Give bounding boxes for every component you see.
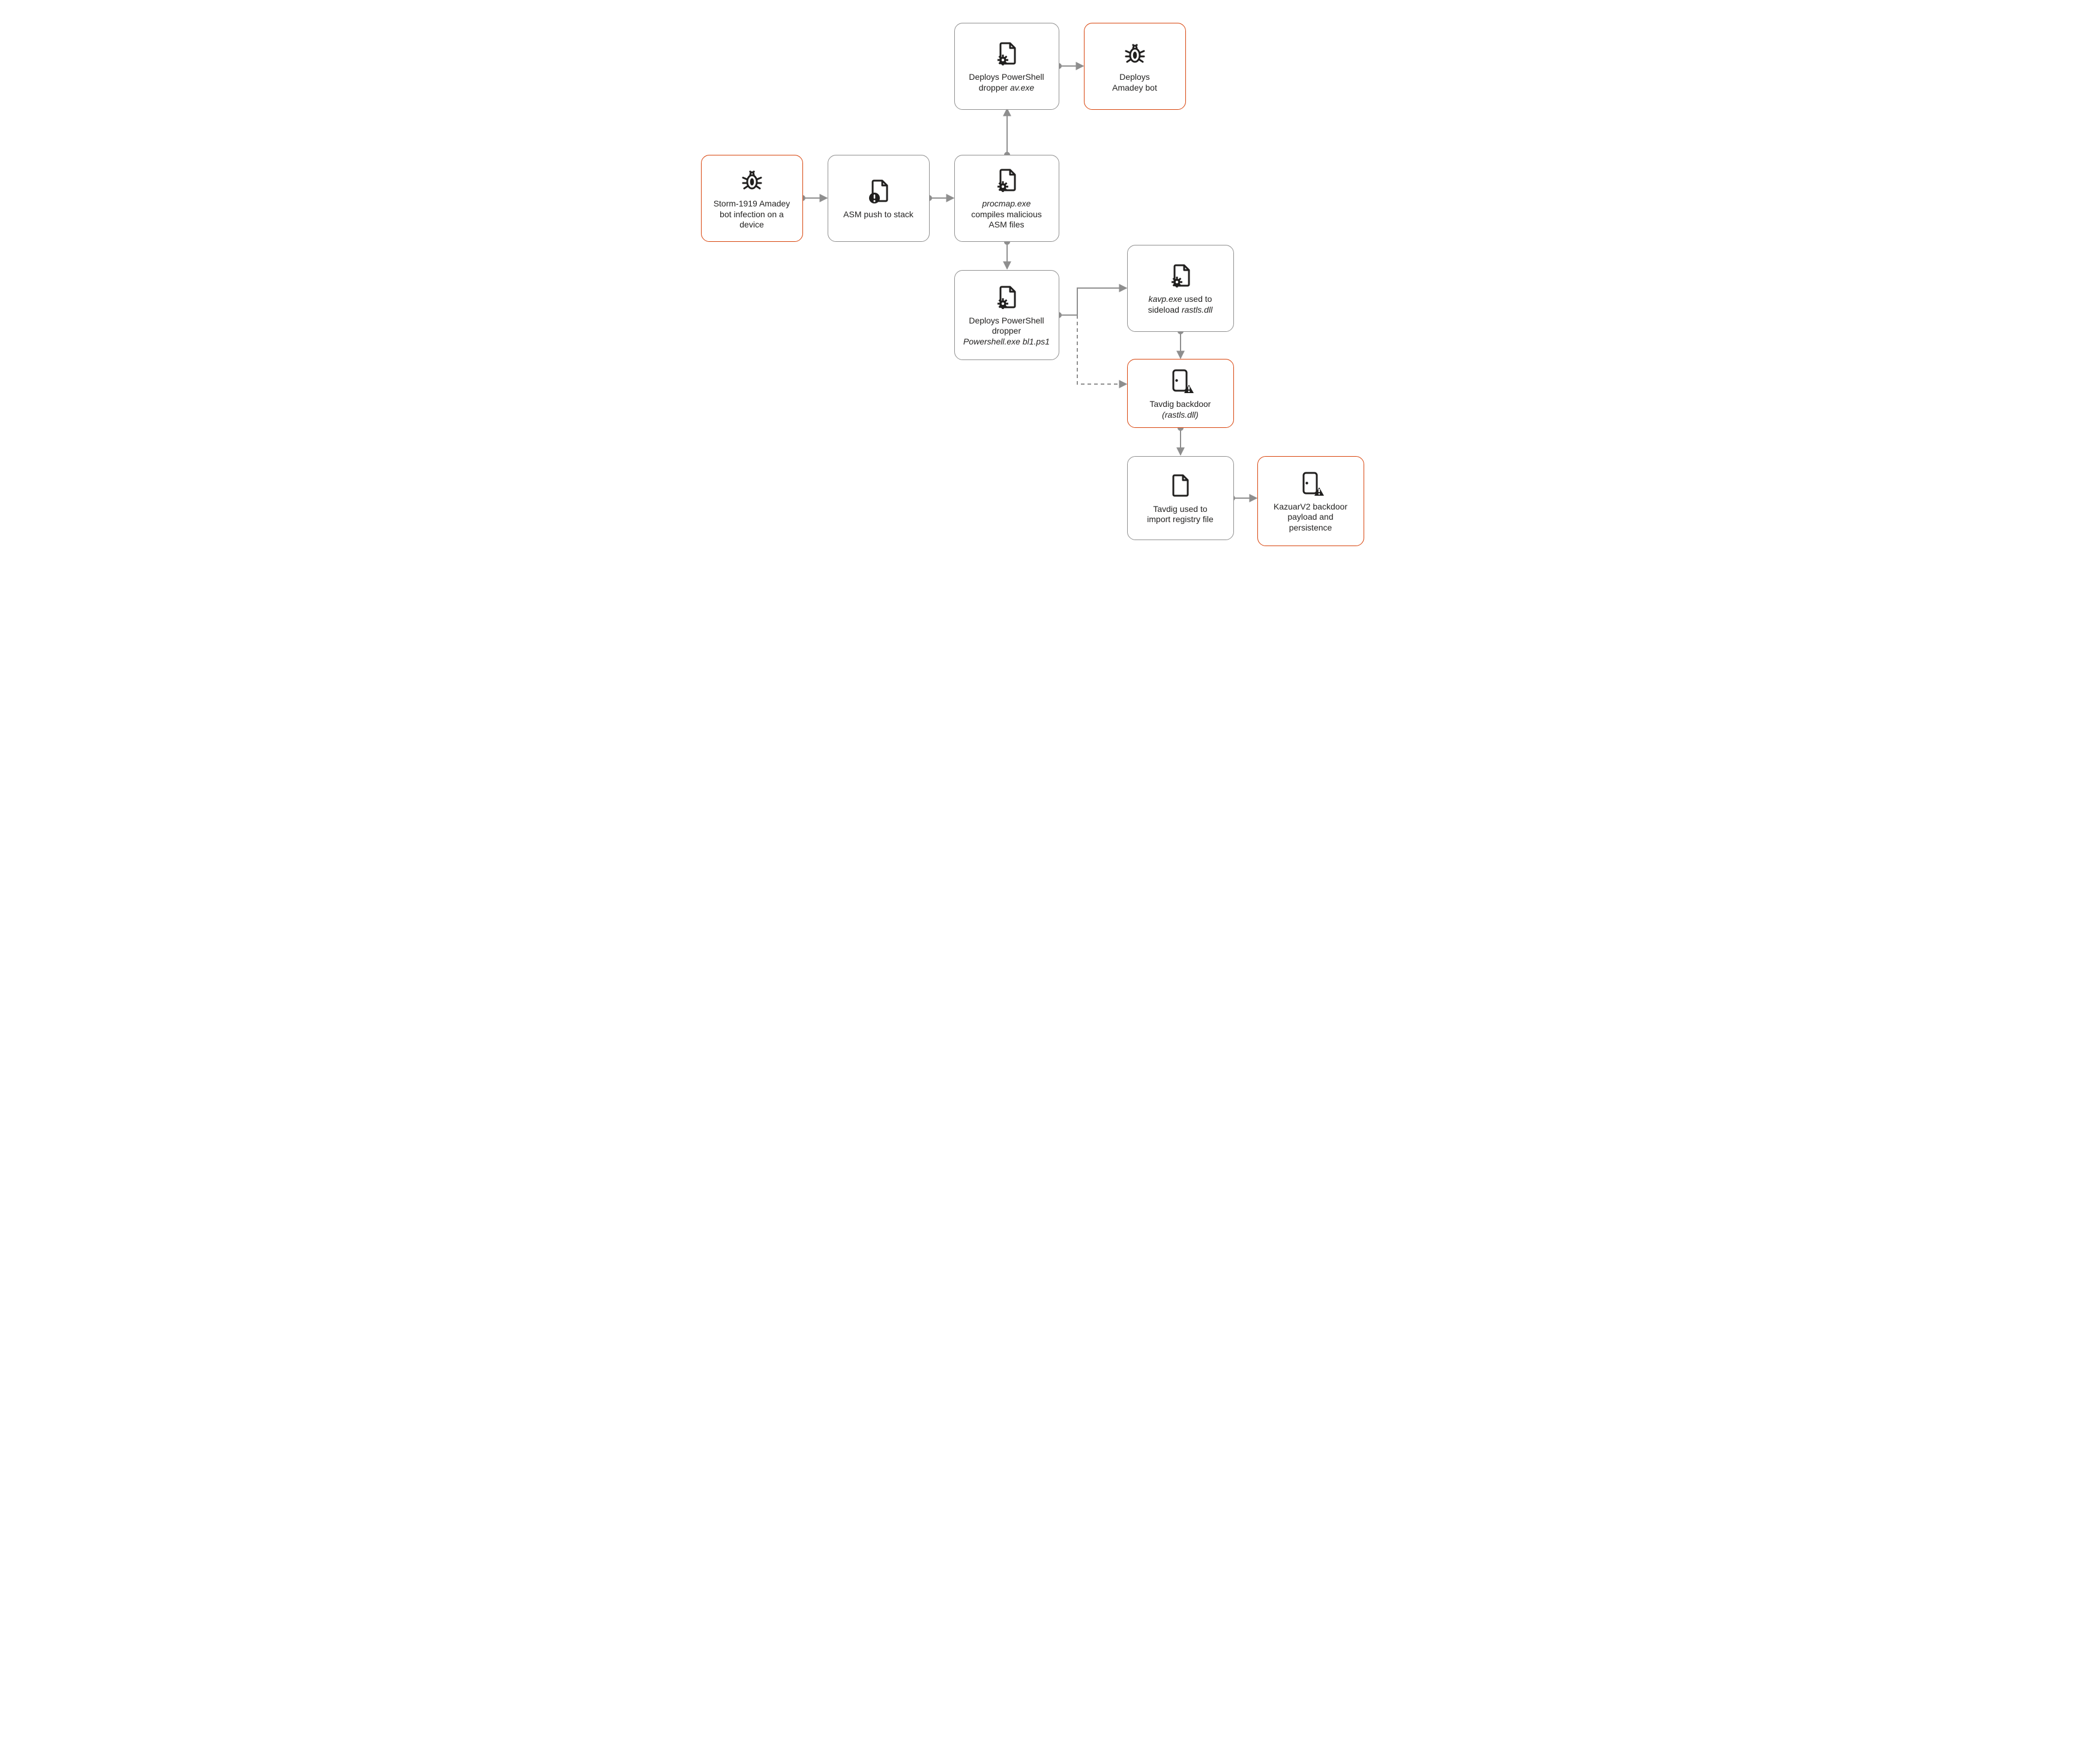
file-gear-icon (992, 283, 1021, 312)
file-gear-icon (1166, 262, 1195, 290)
text-italic: procmap.exe (982, 199, 1031, 208)
file-alert-icon (864, 177, 893, 206)
file-gear-icon (992, 166, 1021, 195)
bug-icon (1121, 40, 1149, 68)
node-kavp-sideload: kavp.exe used tosideload rastls.dll (1127, 245, 1234, 332)
file-gear-icon (992, 40, 1021, 68)
bug-icon (738, 166, 766, 195)
node-storm1919-infection: Storm-1919 Amadeybot infection on adevic… (701, 155, 803, 242)
text: Storm-1919 Amadey (714, 199, 790, 208)
node-bl1-dropper: Deploys PowerShelldropperPowershell.exe … (954, 270, 1059, 360)
attack-chain-diagram: Storm-1919 Amadeybot infection on adevic… (690, 0, 1410, 601)
node-procmap: procmap.execompiles maliciousASM files (954, 155, 1059, 242)
file-icon (1166, 472, 1195, 501)
node-kazuarv2: KazuarV2 backdoorpayload andpersistence (1257, 456, 1364, 546)
node-amadey-bot: DeploysAmadey bot (1084, 23, 1186, 110)
door-alert-icon (1296, 469, 1325, 498)
node-tavdig-registry: Tavdig used toimport registry file (1127, 456, 1234, 540)
text: ASM push to stack (843, 209, 913, 219)
door-alert-icon (1166, 367, 1195, 395)
node-avexe-dropper: Deploys PowerShelldropper av.exe (954, 23, 1059, 110)
node-asm-push: ASM push to stack (828, 155, 930, 242)
node-tavdig-backdoor: Tavdig backdoor(rastls.dll) (1127, 359, 1234, 428)
